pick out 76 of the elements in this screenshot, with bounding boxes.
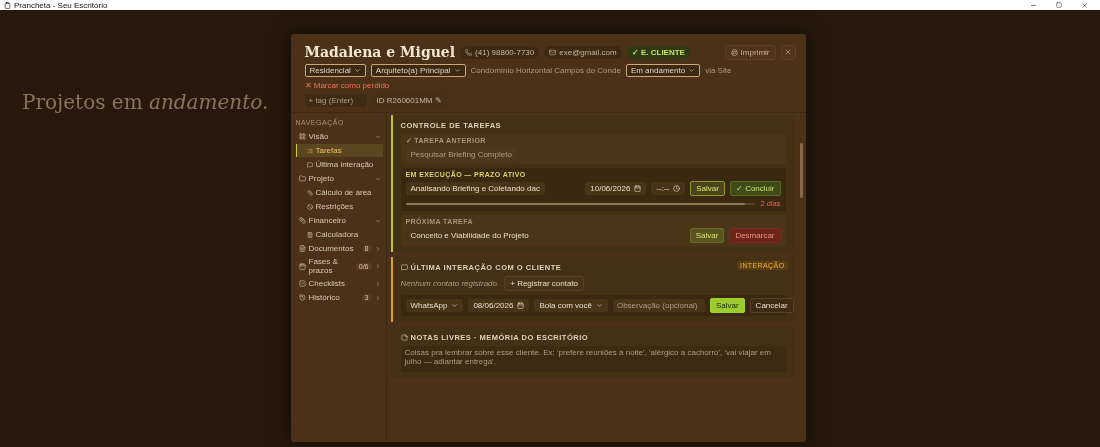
nav-item[interactable]: Projeto bbox=[295, 172, 383, 185]
phone-chip[interactable]: (41) 98800-7730 bbox=[460, 45, 540, 59]
meta-text: via Site bbox=[705, 66, 732, 75]
caret-icon bbox=[595, 302, 603, 309]
window-title: Prancheta - Seu Escritório bbox=[14, 0, 109, 10]
nav-subitem[interactable]: Cálculo de área bbox=[295, 186, 383, 199]
chevron-icon bbox=[374, 263, 381, 270]
save-button[interactable]: Salvar bbox=[709, 298, 745, 313]
calendar-icon bbox=[634, 185, 642, 192]
client-name: Madalena e Miguel bbox=[304, 44, 456, 60]
nav-subitem[interactable]: Restrições bbox=[295, 200, 383, 213]
chevron-icon bbox=[374, 245, 381, 252]
nav-icon bbox=[298, 217, 306, 224]
nav-icon bbox=[306, 203, 313, 210]
id-label: ID R260601MM ✎ bbox=[371, 94, 447, 107]
clipboard-icon bbox=[4, 1, 11, 9]
register-contact-button[interactable]: + Registrar contato bbox=[504, 276, 585, 291]
select-field[interactable]: Residencial bbox=[304, 64, 366, 77]
mail-icon bbox=[549, 48, 557, 56]
clock-icon bbox=[673, 185, 681, 192]
note-icon bbox=[400, 334, 408, 341]
save-button[interactable]: Salvar bbox=[690, 181, 725, 196]
close-icon bbox=[1081, 1, 1088, 9]
notes-textarea[interactable]: Coisas pra lembrar sobre esse cliente. Ex: 'prefere reuniões à noite', 'alérgico a cachorro', 'vai viajar em julho — adiantar entrega'. bbox=[400, 346, 786, 372]
maximize-icon bbox=[1056, 2, 1062, 8]
nav-item[interactable]: Checklists bbox=[295, 277, 383, 291]
page-heading: Projetos em andamento. bbox=[22, 90, 269, 114]
chevron-icon bbox=[374, 217, 381, 224]
nav-item[interactable]: Visão bbox=[295, 130, 383, 143]
date-field[interactable]: 10/06/2026 bbox=[585, 182, 647, 195]
cancel-button[interactable]: Cancelar bbox=[749, 298, 794, 313]
time-field[interactable]: --:-- bbox=[651, 182, 686, 195]
mark-lost-link[interactable]: ✕ Marcar como perdido bbox=[304, 81, 390, 90]
caret-icon bbox=[688, 67, 696, 74]
channel-select[interactable]: WhatsApp bbox=[405, 299, 464, 312]
nav-subitem[interactable]: Calculadora bbox=[295, 228, 383, 241]
nav-icon bbox=[306, 189, 313, 196]
save-button[interactable]: Salvar bbox=[689, 228, 725, 243]
complete-button[interactable]: ✓ Concluir bbox=[729, 181, 781, 196]
nav-icon bbox=[298, 262, 306, 270]
empty-message: Nenhum contato registrado. bbox=[400, 279, 500, 288]
chat-icon bbox=[400, 264, 408, 271]
nav-icon bbox=[306, 147, 313, 154]
print-button[interactable]: Imprimir bbox=[724, 44, 776, 60]
nav-icon bbox=[306, 161, 313, 168]
tag-input[interactable]: + tag (Enter) bbox=[304, 94, 367, 107]
nav-subitem[interactable]: Última interação bbox=[295, 158, 383, 171]
task-field[interactable]: Analisando Briefing e Coletando dac bbox=[405, 182, 545, 195]
nav-icon bbox=[298, 245, 306, 252]
caret-icon bbox=[453, 67, 461, 74]
date-field[interactable]: 08/06/2026 bbox=[468, 299, 530, 312]
caret-icon bbox=[353, 67, 361, 74]
caret-icon bbox=[451, 302, 459, 309]
chevron-icon bbox=[374, 175, 381, 182]
calendar-icon bbox=[517, 302, 525, 309]
select-field[interactable]: Arquiteto(a) Principal bbox=[370, 64, 466, 77]
scrollbar-thumb[interactable] bbox=[800, 143, 803, 198]
printer-icon bbox=[730, 48, 738, 56]
close-icon bbox=[784, 48, 792, 56]
discard-button[interactable]: Desmarcar bbox=[729, 228, 781, 243]
nav-icon bbox=[298, 175, 306, 182]
status-badge: ✓ E. CLIENTE bbox=[626, 45, 690, 59]
phone-icon bbox=[465, 48, 473, 56]
nav-icon bbox=[306, 231, 313, 238]
close-button[interactable] bbox=[780, 44, 796, 60]
select-field[interactable]: Em andamento bbox=[625, 64, 701, 77]
nav-subitem[interactable]: Tarefas bbox=[295, 144, 383, 157]
nav-icon bbox=[298, 133, 306, 140]
status-select[interactable]: Bola com você bbox=[534, 299, 608, 312]
nav-icon bbox=[298, 294, 306, 302]
meta-text: Condomínio Horizontal Campos do Conde bbox=[470, 66, 621, 75]
chevron-icon bbox=[374, 133, 381, 140]
note-input[interactable]: Observação (opcional) bbox=[612, 299, 705, 312]
nav-icon bbox=[298, 280, 306, 288]
nav-item[interactable]: Financeiro bbox=[295, 214, 383, 227]
email-chip[interactable]: exe@gmail.com bbox=[544, 45, 622, 59]
